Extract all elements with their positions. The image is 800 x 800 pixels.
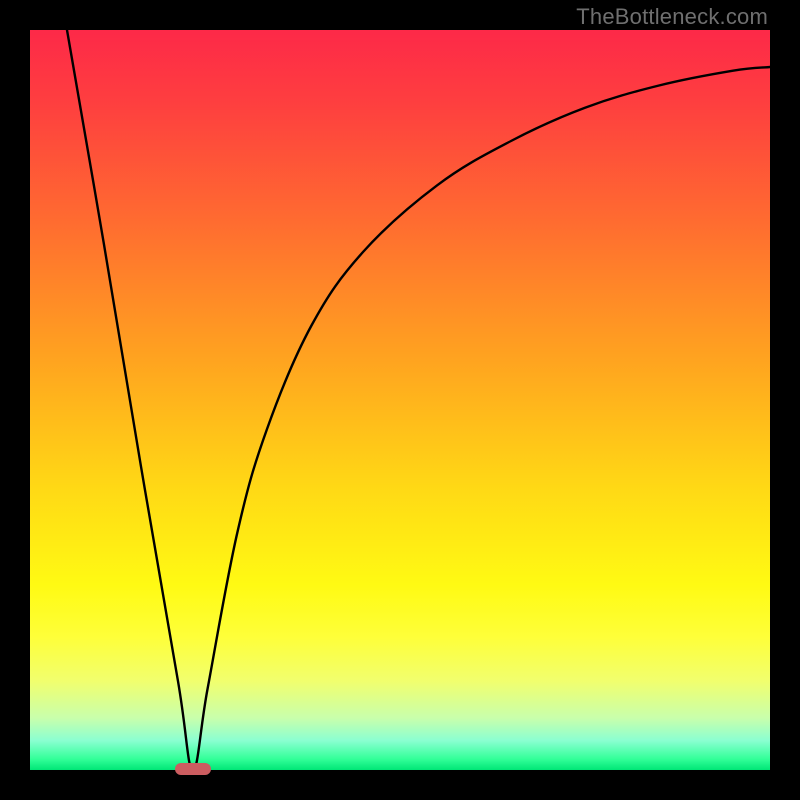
bottleneck-curve [30, 30, 770, 770]
chart-frame: TheBottleneck.com [0, 0, 800, 800]
plot-area [30, 30, 770, 770]
optimal-marker [175, 763, 211, 775]
watermark-text: TheBottleneck.com [576, 4, 768, 30]
